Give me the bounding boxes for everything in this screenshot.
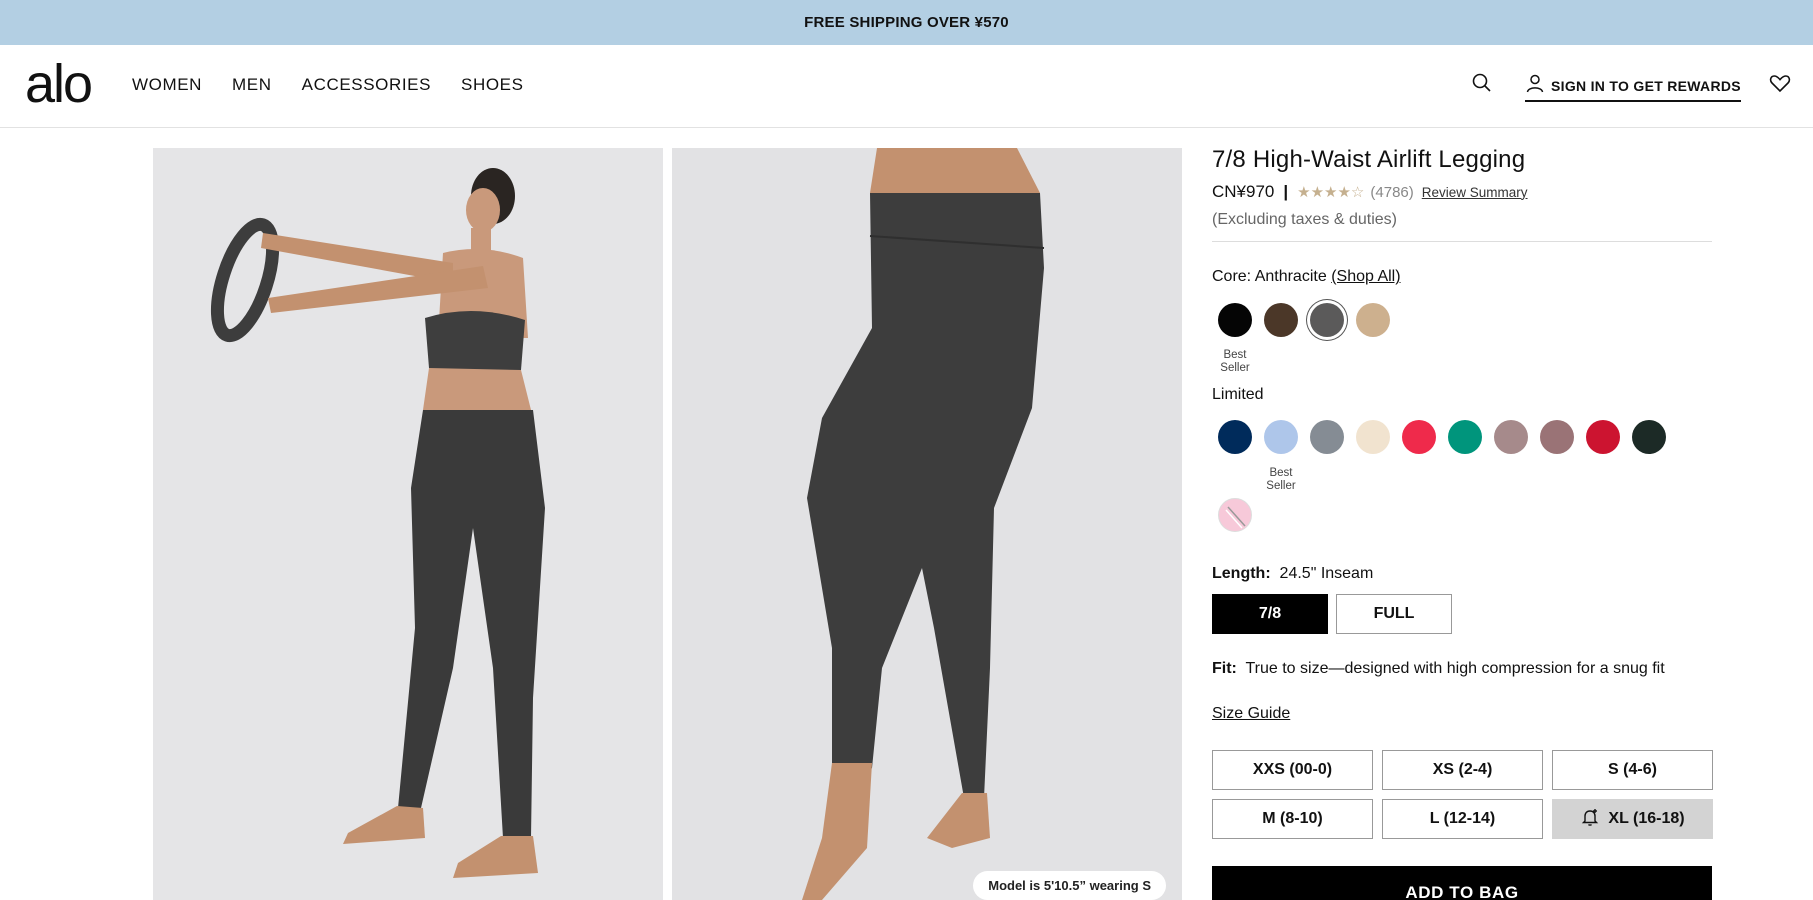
length-label: Length: 24.5" Inseam [1212, 565, 1373, 583]
color-swatch-dark-green[interactable] [1632, 420, 1666, 454]
nav-accessories[interactable]: ACCESSORIES [302, 75, 431, 95]
product-title: 7/8 High-Waist Airlift Legging [1212, 146, 1526, 173]
size-option-xxs[interactable]: XXS (00-0) [1212, 750, 1373, 790]
size-option-xl[interactable]: XL (16-18) [1552, 799, 1713, 839]
product-details: 7/8 High-Waist Airlift Legging CN¥970 | … [1212, 146, 1713, 900]
product-image-side[interactable]: Model is 5'10.5” wearing S [672, 148, 1182, 900]
promo-banner: FREE SHIPPING OVER ¥570 [0, 0, 1813, 45]
color-label: Core: Anthracite (Shop All) [1212, 268, 1401, 286]
wishlist-heart-icon[interactable] [1768, 71, 1792, 95]
fit-info: Fit: True to size—designed with high com… [1212, 660, 1665, 678]
color-swatch-pink-red[interactable] [1402, 420, 1436, 454]
limited-label: Limited [1212, 386, 1264, 403]
best-seller-badge: Best Seller [1220, 349, 1250, 374]
review-summary-link[interactable]: Review Summary [1422, 185, 1528, 200]
sign-in-label: SIGN IN TO GET REWARDS [1551, 77, 1741, 94]
size-option-l[interactable]: L (12-14) [1382, 799, 1543, 839]
color-swatch-rose[interactable] [1540, 420, 1574, 454]
sign-in-link[interactable]: SIGN IN TO GET REWARDS [1525, 73, 1741, 102]
color-swatch-navy[interactable] [1218, 420, 1252, 454]
taxes-note: (Excluding taxes & duties) [1212, 211, 1397, 228]
product-image-front[interactable] [153, 148, 663, 900]
color-swatch-red[interactable] [1586, 420, 1620, 454]
divider [1212, 241, 1712, 242]
color-swatch-espresso[interactable] [1264, 303, 1298, 337]
size-option-m[interactable]: M (8-10) [1212, 799, 1373, 839]
main-nav: WOMEN MEN ACCESSORIES SHOES [132, 75, 524, 95]
nav-women[interactable]: WOMEN [132, 75, 202, 95]
length-title: Length: [1212, 565, 1271, 582]
color-swatch-grey[interactable] [1310, 420, 1344, 454]
color-swatch-pink-unavailable[interactable] [1218, 498, 1252, 532]
color-swatch-green[interactable] [1448, 420, 1482, 454]
add-to-bag-button[interactable]: ADD TO BAG [1212, 866, 1712, 900]
length-option-full[interactable]: FULL [1336, 594, 1452, 634]
best-seller-badge: Best Seller [1266, 467, 1296, 492]
color-name: Core: Anthracite [1212, 268, 1327, 285]
price-separator: | [1283, 182, 1289, 201]
shop-all-link[interactable]: (Shop All) [1331, 268, 1400, 285]
color-swatch-mauve[interactable] [1494, 420, 1528, 454]
color-swatch-anthracite[interactable] [1310, 303, 1344, 337]
review-count[interactable]: (4786) [1370, 184, 1413, 201]
alo-logo[interactable]: alo [25, 57, 93, 111]
nav-men[interactable]: MEN [232, 75, 272, 95]
model-size-note: Model is 5'10.5” wearing S [973, 871, 1166, 900]
user-icon [1525, 73, 1545, 98]
product-price: CN¥970 [1212, 182, 1275, 201]
length-value: 24.5" Inseam [1279, 565, 1374, 582]
search-icon[interactable] [1470, 71, 1494, 95]
color-swatch-black[interactable] [1218, 303, 1252, 337]
rating-stars-icon[interactable]: ★★★★☆ [1297, 183, 1364, 201]
color-swatch-gravel[interactable] [1356, 303, 1390, 337]
size-option-xl-label: XL (16-18) [1608, 810, 1685, 827]
notify-bell-icon [1580, 807, 1600, 832]
fit-value: True to size—designed with high compress… [1245, 660, 1665, 677]
price-row: CN¥970 | ★★★★☆ (4786) Review Summary [1212, 182, 1528, 202]
promo-text: FREE SHIPPING OVER ¥570 [804, 14, 1009, 31]
nav-shoes[interactable]: SHOES [461, 75, 524, 95]
fit-title: Fit: [1212, 660, 1237, 677]
length-option-7-8[interactable]: 7/8 [1212, 594, 1328, 634]
site-header: alo WOMEN MEN ACCESSORIES SHOES SIGN IN … [0, 45, 1813, 128]
size-option-xs[interactable]: XS (2-4) [1382, 750, 1543, 790]
size-guide-link[interactable]: Size Guide [1212, 705, 1290, 723]
color-swatch-light-blue[interactable] [1264, 420, 1298, 454]
size-option-s[interactable]: S (4-6) [1552, 750, 1713, 790]
color-swatch-cream[interactable] [1356, 420, 1390, 454]
